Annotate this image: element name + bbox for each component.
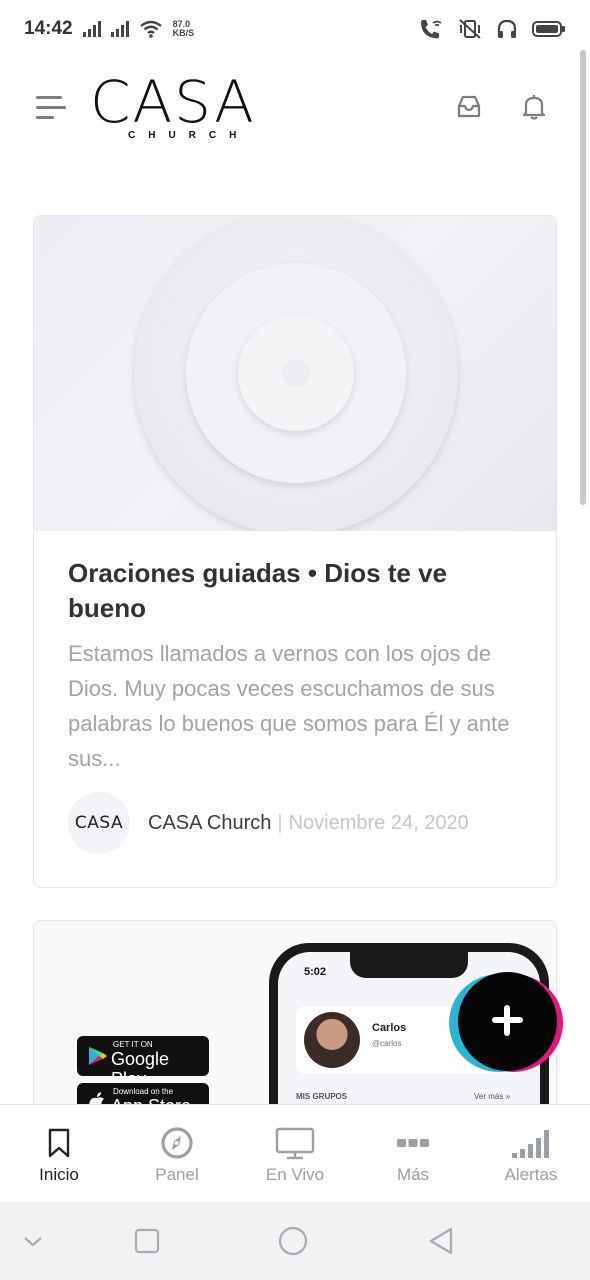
author-avatar: CASA (68, 792, 130, 854)
google-play-small-text: GET IT ON (113, 1040, 153, 1049)
inbox-icon[interactable] (454, 92, 484, 122)
phone-time: 5:02 (304, 966, 327, 978)
concentric-circles-image (134, 216, 458, 531)
tab-mas[interactable]: Más (354, 1105, 472, 1202)
net-speed-unit: KB/S (172, 28, 195, 38)
more-dots-icon (397, 1139, 429, 1147)
net-speed: 87.0 KB/S (173, 20, 195, 38)
bell-icon[interactable] (519, 92, 549, 122)
app-screen: 14:42 87.0 KB/S CASA CHURCH Oraciones gu… (0, 0, 590, 1280)
wifi-call-icon (421, 20, 442, 39)
post-title[interactable]: Oraciones guiadas • Dios te ve bueno (68, 556, 528, 626)
tab-alertas[interactable]: Alertas (472, 1105, 590, 1202)
status-time: 14:42 (24, 18, 73, 39)
wifi-icon (139, 20, 162, 38)
triangle-back-icon[interactable] (424, 1224, 458, 1258)
post-date: Noviembre 24, 2020 (288, 811, 469, 834)
plus-icon (458, 972, 557, 1071)
logo-main-text: CASA (90, 68, 256, 136)
tab-label: Inicio (39, 1165, 79, 1184)
casa-church-logo: CASA CHURCH (90, 72, 270, 144)
app-header: CASA CHURCH (0, 58, 580, 168)
tab-panel[interactable]: Panel (118, 1105, 236, 1202)
headphones-icon (497, 19, 517, 38)
tab-label: Alertas (504, 1165, 558, 1184)
menu-icon[interactable] (36, 96, 66, 120)
tab-inicio[interactable]: Inicio (0, 1105, 118, 1202)
phone-profile-name: Carlos (372, 1022, 407, 1034)
tab-en-vivo[interactable]: En Vivo (236, 1105, 354, 1202)
tab-label: En Vivo (265, 1165, 325, 1184)
logo-sub-text: CHURCH (128, 130, 250, 141)
phone-profile-handle: @carlos (372, 1039, 402, 1048)
signal-bars-icon (512, 1130, 549, 1158)
status-bar: 14:42 87.0 KB/S (0, 0, 590, 58)
post-excerpt: Estamos llamados a vernos con los ojos d… (68, 641, 510, 771)
battery-icon (532, 21, 565, 37)
google-play-badge[interactable]: GET IT ON Google Play (77, 1036, 209, 1089)
scrollbar[interactable] (580, 50, 586, 505)
compass-icon (161, 1127, 193, 1159)
system-nav-bar (0, 1202, 590, 1280)
bookmark-icon (48, 1128, 70, 1158)
phone-groups-label: MIS GRUPOS (296, 1092, 348, 1101)
monitor-icon (275, 1127, 315, 1160)
app-store-small-text: Download on the (113, 1087, 174, 1096)
signal-icon (82, 21, 101, 37)
status-left: 14:42 87.0 KB/S (24, 18, 194, 40)
circle-icon[interactable] (276, 1224, 310, 1258)
add-button[interactable] (449, 972, 569, 1072)
avatar (304, 1012, 360, 1068)
tab-label: Más (396, 1165, 430, 1184)
square-icon[interactable] (130, 1224, 164, 1258)
google-play-icon (89, 1047, 107, 1065)
status-right (418, 18, 566, 40)
tab-label: Panel (155, 1165, 199, 1184)
signal-icon-2 (110, 21, 129, 37)
author-name[interactable]: CASA Church (148, 812, 271, 835)
post-card[interactable]: Oraciones guiadas • Dios te ve bueno Est… (33, 215, 557, 888)
phone-more-link: Ver más » (474, 1092, 511, 1101)
vibrate-off-icon (459, 19, 481, 39)
bottom-tab-bar: Inicio Panel En Vivo Más Alertas (0, 1104, 590, 1202)
chevron-down-icon[interactable] (16, 1224, 50, 1258)
post-author-row: CASA CASA Church | Noviembre 24, 2020 (68, 792, 538, 854)
post-image (34, 216, 556, 531)
author-date-separator: | (277, 811, 283, 834)
